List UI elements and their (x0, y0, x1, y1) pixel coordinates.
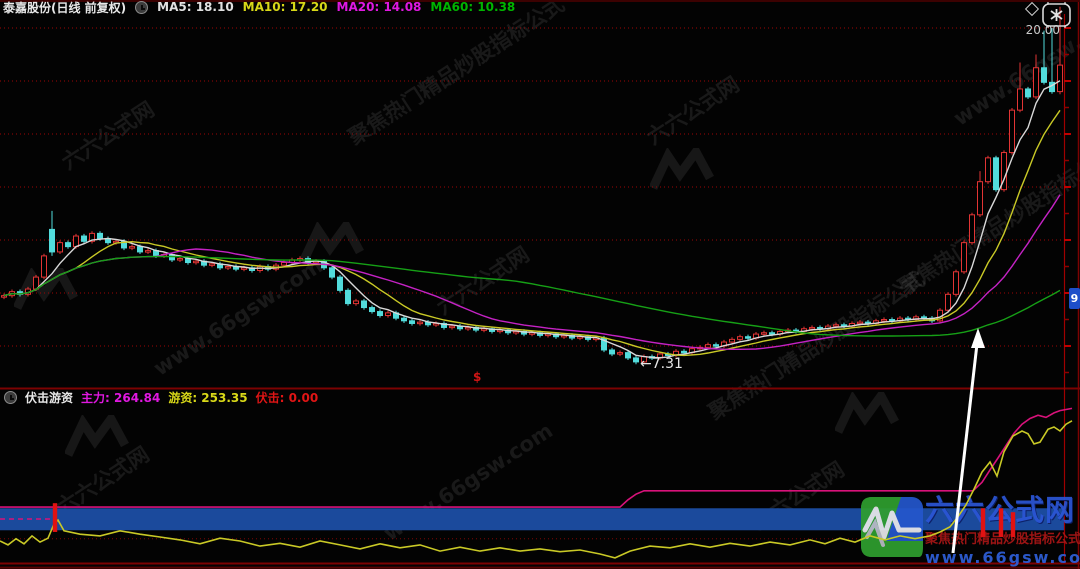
indicator-title: 伏击游资 (25, 389, 73, 406)
indicator-header: 伏击游资 主力: 264.84 游资: 253.35 伏击: 0.00 (4, 390, 318, 405)
ma10-label: MA10: 17.20 (243, 0, 328, 14)
low-price-annotation: ←7.31 (640, 356, 683, 372)
fuji-value-label: 伏击: 0.00 (256, 389, 319, 406)
youzi-value-label: 游资: 253.35 (168, 389, 247, 406)
money-marker: $ (473, 370, 481, 384)
chart-header: 泰嘉股份(日线 前复权) MA5: 18.10 MA10: 17.20 MA20… (3, 0, 515, 14)
ma5-label: MA5: 18.10 (157, 0, 234, 14)
clock-icon[interactable] (135, 1, 148, 14)
stock-title: 泰嘉股份(日线 前复权) (3, 0, 126, 16)
indicator-overlay-canvas[interactable] (0, 0, 1080, 569)
clock-icon[interactable] (4, 391, 17, 404)
ma20-label: MA20: 14.08 (337, 0, 422, 14)
zhuli-value-label: 主力: 264.84 (81, 389, 160, 406)
screenshot-icon[interactable] (1040, 1, 1073, 29)
stock-chart-window: 六六公式网聚焦热门精品炒股指标公式六六公式网聚焦热门精品炒股指标公式www.66… (0, 0, 1080, 569)
ma60-label: MA60: 10.38 (430, 0, 515, 14)
axis-badge: 9 (1069, 288, 1080, 309)
